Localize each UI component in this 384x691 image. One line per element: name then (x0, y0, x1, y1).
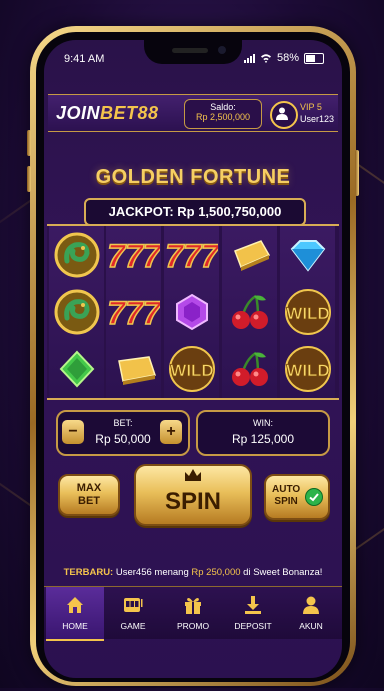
nav-account-label: AKUN (299, 621, 323, 631)
volume-down-button (27, 166, 31, 192)
win-label: WIN: (253, 418, 273, 428)
auto-spin-label-1: AUTO (272, 484, 301, 495)
seven-symbol: 777 (164, 226, 219, 283)
nav-account[interactable]: AKUN (282, 587, 340, 639)
wild-symbol: WILD (280, 283, 335, 340)
ticker-text: User456 menang (115, 567, 189, 578)
power-button (355, 150, 359, 196)
bet-value: Rp 50,000 (95, 432, 151, 446)
logo-text-join: JOIN (56, 103, 101, 123)
seven-symbol: 777 (106, 226, 161, 283)
max-bet-label-2: BET (78, 495, 100, 507)
nav-game[interactable]: GAME (104, 587, 162, 639)
app-header: JOINBET88 Saldo: Rp 2,500,000 VIP 5 User… (48, 94, 338, 132)
user-avatar-icon (276, 107, 288, 120)
nav-deposit-label: DEPOSIT (234, 621, 272, 631)
seven-symbol: 777 (106, 283, 161, 340)
nav-deposit[interactable]: DEPOSIT (224, 587, 282, 639)
bet-increase-button[interactable]: + (160, 420, 182, 444)
purple-gem-symbol (164, 283, 219, 340)
username: User123 (300, 114, 335, 124)
win-value: Rp 125,000 (231, 432, 295, 446)
balance-value: Rp 2,500,000 (195, 112, 251, 122)
svg-text:WILD: WILD (170, 361, 213, 380)
reel-3: 777 WILD (164, 226, 219, 398)
spin-button[interactable]: SPIN (134, 464, 252, 526)
check-icon (305, 488, 323, 506)
bet-panel: − BET: Rp 50,000 + (56, 410, 190, 456)
nav-home[interactable]: HOME (46, 587, 104, 641)
bet-label: BET: (113, 418, 133, 428)
balance-box[interactable]: Saldo: Rp 2,500,000 (184, 99, 262, 129)
status-time: 9:41 AM (64, 53, 105, 65)
slot-machine-icon (124, 598, 143, 612)
spin-label: SPIN (164, 488, 221, 515)
nav-game-label: GAME (120, 621, 146, 631)
user-icon (303, 596, 319, 614)
cherry-symbol (222, 283, 277, 340)
gift-icon (185, 598, 201, 614)
wild-symbol: WILD (280, 340, 335, 397)
front-camera (218, 46, 226, 54)
reel-1 (49, 226, 104, 398)
max-bet-button[interactable]: MAX BET (58, 474, 120, 516)
balance-label: Saldo: (210, 102, 236, 112)
slot-reels: 777 777 777 WILD WILD WILD (47, 224, 339, 400)
ticker-game: di Sweet Bonanza! (243, 567, 323, 578)
download-icon (245, 596, 261, 614)
battery-percentage: 58% (276, 52, 299, 64)
green-gem-symbol (49, 340, 104, 397)
reel-2: 777 777 (106, 226, 161, 398)
wifi-icon (260, 54, 271, 63)
volume-up-button (27, 130, 31, 156)
dragon-symbol (49, 283, 104, 340)
reel-4 (222, 226, 277, 398)
gold-bar-symbol (106, 340, 161, 397)
vip-level: VIP 5 (300, 102, 322, 112)
bet-decrease-button[interactable]: − (62, 420, 84, 444)
dragon-symbol (49, 226, 104, 283)
winner-ticker: TERBARU: User456 menang Rp 250,000 di Sw… (44, 564, 342, 582)
gold-bar-symbol (222, 226, 277, 283)
svg-text:777: 777 (166, 238, 218, 274)
avatar[interactable] (270, 101, 298, 129)
max-bet-label-1: MAX (76, 482, 102, 494)
nav-promo[interactable]: PROMO (164, 587, 222, 639)
status-bar: 9:41 AM 58% (44, 40, 342, 74)
crown-icon (185, 469, 201, 481)
bottom-navigation: HOME GAME PROMO DEPOSIT AKUN (44, 586, 342, 641)
brand-logo[interactable]: JOINBET88 (56, 103, 159, 124)
wild-symbol: WILD (164, 340, 219, 397)
svg-text:WILD: WILD (286, 361, 329, 380)
svg-text:777: 777 (108, 238, 160, 274)
nav-promo-label: PROMO (176, 621, 210, 631)
phone-screen: 9:41 AM 58% JOINBET88 Saldo: Rp 2,500,00… (44, 40, 342, 678)
notch (144, 40, 242, 64)
reel-5: WILD WILD (280, 226, 335, 398)
home-icon (67, 597, 83, 613)
win-panel: WIN: Rp 125,000 (196, 410, 330, 456)
auto-spin-label-2: SPIN (274, 496, 298, 507)
blue-gem-symbol (280, 226, 335, 283)
svg-text:WILD: WILD (286, 304, 329, 323)
signal-icon (243, 53, 255, 63)
cherry-symbol (222, 340, 277, 397)
auto-spin-button[interactable]: AUTO SPIN (264, 474, 330, 520)
nav-home-label: HOME (62, 621, 88, 631)
jackpot-display: JACKPOT: Rp 1,500,750,000 (84, 198, 306, 226)
battery-icon (304, 52, 324, 64)
logo-text-bet: BET88 (100, 103, 159, 123)
speaker (172, 48, 208, 53)
game-title: GOLDEN FORTUNE (95, 166, 291, 188)
ticker-prefix: TERBARU: (63, 567, 114, 578)
ticker-amount: Rp 250,000 (191, 567, 241, 578)
svg-text:777: 777 (108, 295, 160, 331)
